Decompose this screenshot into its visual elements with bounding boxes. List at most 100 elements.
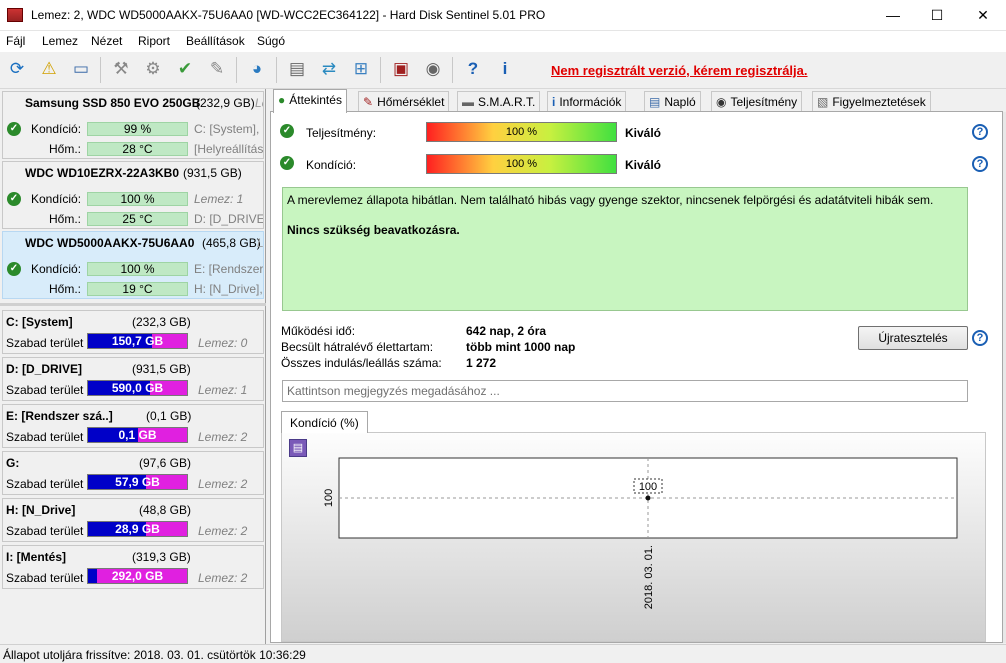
- tab-label: Teljesítmény: [730, 95, 798, 109]
- tab-smart[interactable]: ▬ S.M.A.R.T.: [457, 91, 541, 112]
- partition-disk: Lemez: 0: [198, 336, 248, 350]
- toolbar-separator: [452, 57, 453, 83]
- menu-bar: Fájl Lemez Nézet Riport Beállítások Súgó: [0, 31, 1006, 52]
- partition-item[interactable]: H: [N_Drive] (48,8 GB) Szabad terület 28…: [2, 498, 264, 542]
- ok-icon: ✓: [280, 156, 294, 170]
- panel-splitter[interactable]: [0, 303, 266, 306]
- disk-name: WDC WD10EZRX-22A3KB0: [25, 166, 180, 180]
- condition-rating: Kiváló: [625, 158, 662, 172]
- menu-disk[interactable]: Lemez: [42, 34, 78, 48]
- disk-item-2[interactable]: WDC WD5000AAKX-75U6AA0 (465,8 GB) Le ✓ K…: [2, 231, 264, 299]
- alert-icon[interactable]: ⚠: [36, 56, 62, 82]
- disk-capacity: (931,5 GB): [183, 166, 242, 180]
- disk-icon[interactable]: ▭: [68, 56, 94, 82]
- condition-label: Kondíció:: [306, 158, 357, 172]
- register-link[interactable]: Nem regisztrált verzió, kérem regisztrál…: [551, 63, 808, 78]
- menu-view[interactable]: Nézet: [91, 34, 122, 48]
- free-space-label: Szabad terület: [6, 477, 84, 491]
- tab-label: S.M.A.R.T.: [478, 95, 536, 109]
- menu-help[interactable]: Súgó: [257, 34, 285, 48]
- retest-button[interactable]: Újratesztelés: [858, 326, 968, 350]
- sound-icon[interactable]: ◉: [420, 56, 446, 82]
- partition-item[interactable]: I: [Mentés] (319,3 GB) Szabad terület 29…: [2, 545, 264, 589]
- partition-name: G:: [6, 456, 20, 470]
- left-panel: Samsung SSD 850 EVO 250GB (232,9 GB) Le …: [0, 89, 266, 644]
- starts-value: 1 272: [466, 356, 497, 370]
- disk-item-0[interactable]: Samsung SSD 850 EVO 250GB (232,9 GB) Le …: [2, 91, 264, 159]
- sync-icon[interactable]: ⇄: [316, 56, 342, 82]
- disk-item-1[interactable]: WDC WD10EZRX-22A3KB0 (931,5 GB) ✓ Kondíc…: [2, 161, 264, 229]
- tab-condition-graph[interactable]: Kondíció (%): [281, 411, 368, 433]
- temp-value: 28 °C: [122, 142, 153, 156]
- globe-icon[interactable]: ◕: [244, 56, 270, 82]
- note-input[interactable]: Kattintson megjegyzés megadásához ...: [282, 380, 968, 402]
- menu-report[interactable]: Riport: [138, 34, 170, 48]
- data-point: [645, 495, 651, 501]
- lifetime-label: Becsült hátralévő élettartam:: [281, 340, 434, 354]
- disk-name: Samsung SSD 850 EVO 250GB: [25, 96, 201, 110]
- maximize-button[interactable]: ☐: [914, 0, 960, 31]
- free-space-value: 57,9 GB: [115, 475, 160, 489]
- free-space-value: 590,0 GB: [111, 381, 164, 395]
- help-icon[interactable]: ?: [460, 56, 486, 82]
- tab-performance[interactable]: ◉ Teljesítmény: [711, 91, 803, 112]
- partition-disk: Lemez: 2: [198, 524, 248, 538]
- partition-size: (97,6 GB): [139, 456, 192, 470]
- report-icon[interactable]: ▤: [284, 56, 310, 82]
- partition-name: H: [N_Drive]: [6, 503, 76, 517]
- partition-item[interactable]: E: [Rendszer szá..] (0,1 GB) Szabad terü…: [2, 404, 264, 448]
- free-space-bar: 57,9 GB: [87, 474, 188, 490]
- log-icon: ▤: [649, 95, 661, 109]
- partition-size: (0,1 GB): [146, 409, 192, 423]
- condition-value: 100 %: [120, 262, 155, 276]
- partition-item[interactable]: G: (97,6 GB) Szabad terület 57,9 GB Leme…: [2, 451, 264, 495]
- status-bar: Állapot utoljára frissítve: 2018. 03. 01…: [0, 644, 1006, 663]
- volume-1: C: [System],: [194, 122, 260, 136]
- refresh-icon[interactable]: ⟳: [4, 56, 30, 82]
- menu-file[interactable]: Fájl: [6, 34, 25, 48]
- free-space-bar: 150,7 GB: [87, 333, 188, 349]
- help-icon[interactable]: ?: [972, 156, 988, 172]
- partition-disk: Lemez: 2: [198, 571, 248, 585]
- temp-bar: 25 °C: [87, 212, 188, 226]
- partition-item[interactable]: C: [System] (232,3 GB) Szabad terület 15…: [2, 310, 264, 354]
- temp-bar: 28 °C: [87, 142, 188, 156]
- help-icon[interactable]: ?: [972, 330, 988, 346]
- info-icon[interactable]: i: [492, 56, 518, 82]
- menu-settings[interactable]: Beállítások: [186, 34, 245, 48]
- tab-temperature[interactable]: ✎ Hőmérséklet: [358, 91, 450, 112]
- graph-panel: ▤ 100 100 2018. 03. 01.: [281, 432, 986, 642]
- config-icon[interactable]: ▣: [388, 56, 414, 82]
- minimize-button[interactable]: —: [870, 0, 916, 31]
- performance-value: 100 %: [505, 126, 538, 138]
- graph-tab-bar: Kondíció (%): [281, 411, 991, 433]
- condition-label: Kondíció:: [31, 262, 82, 276]
- performance-rating: Kiváló: [625, 126, 662, 140]
- tab-log[interactable]: ▤ Napló: [644, 91, 701, 112]
- wrench-icon[interactable]: ✎: [204, 56, 230, 82]
- info-icon: i: [552, 95, 556, 109]
- tab-overview[interactable]: ● Áttekintés: [273, 89, 347, 113]
- free-space-value: 0,1 GB: [118, 428, 157, 442]
- status-text: Állapot utoljára frissítve: 2018. 03. 01…: [3, 648, 306, 662]
- partition-size: (232,3 GB): [132, 315, 191, 329]
- ok-icon: ✓: [7, 122, 21, 136]
- tool-icon[interactable]: ⚒: [108, 56, 134, 82]
- tab-info[interactable]: i Információk: [547, 91, 627, 112]
- status-message-box: A merevlemez állapota hibátlan. Nem talá…: [282, 187, 968, 311]
- help-icon[interactable]: ?: [972, 124, 988, 140]
- disk-capacity: (232,9 GB): [196, 96, 255, 110]
- check-icon[interactable]: ✔: [172, 56, 198, 82]
- ok-icon: ✓: [280, 124, 294, 138]
- free-space-label: Szabad terület: [6, 336, 84, 350]
- free-space-bar: 28,9 GB: [87, 521, 188, 537]
- close-button[interactable]: ✕: [960, 0, 1006, 31]
- tab-alerts[interactable]: ▧ Figyelmeztetések: [812, 91, 931, 112]
- toolbar-separator: [380, 57, 381, 83]
- condition-bar: 100 %: [87, 262, 188, 276]
- partition-item[interactable]: D: [D_DRIVE] (931,5 GB) Szabad terület 5…: [2, 357, 264, 401]
- starts-label: Összes indulás/leállás száma:: [281, 356, 442, 370]
- test-icon[interactable]: ⚙: [140, 56, 166, 82]
- ok-icon: ✓: [7, 192, 21, 206]
- network-icon[interactable]: ⊞: [348, 56, 374, 82]
